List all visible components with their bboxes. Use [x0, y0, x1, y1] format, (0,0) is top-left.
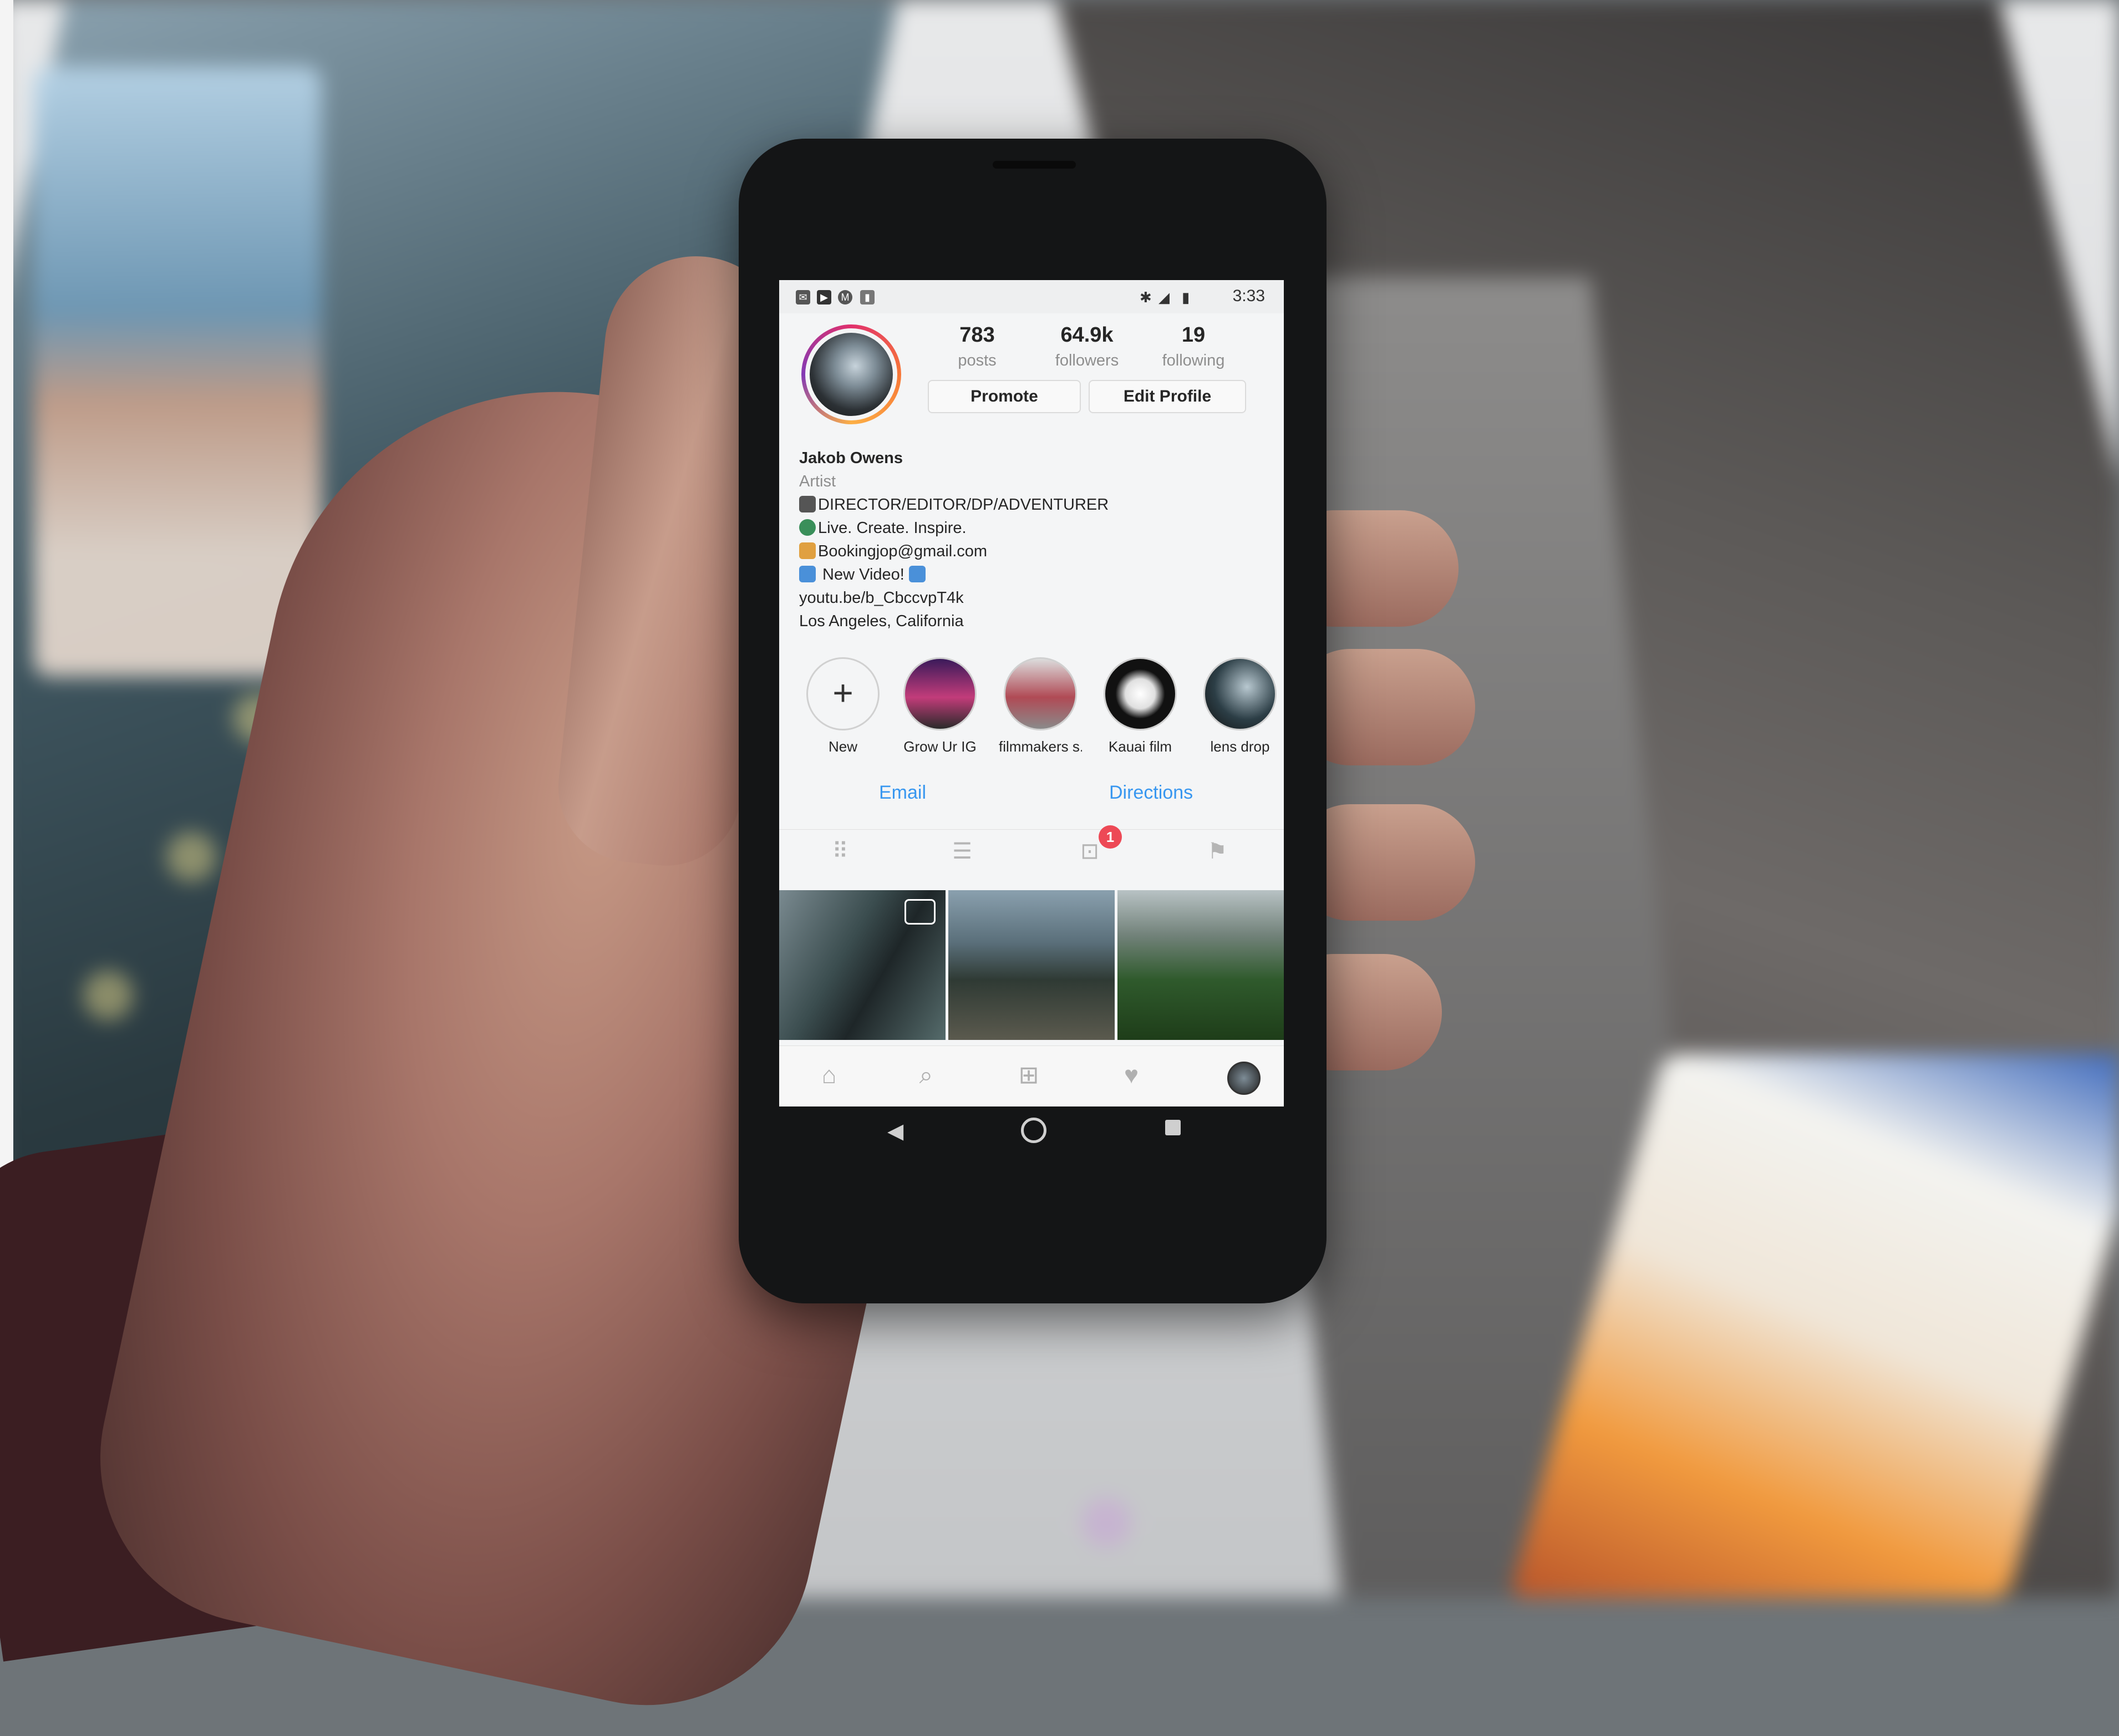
- highlight-lens-drop[interactable]: lens drop: [1198, 657, 1282, 755]
- app-notification-icon: M: [838, 290, 852, 304]
- android-navigation-bar: ◀: [779, 1106, 1284, 1162]
- message-notification-icon: ✉: [796, 290, 810, 304]
- highlight-new[interactable]: + New: [801, 657, 885, 755]
- globe-emoji-icon: [799, 519, 816, 536]
- following-stat[interactable]: 19 following: [1141, 323, 1246, 370]
- movie-camera-emoji-icon: [799, 496, 816, 512]
- post-thumbnail[interactable]: [948, 890, 1115, 1040]
- battery-icon: ▮: [1182, 289, 1190, 306]
- highlight-kauai-film[interactable]: Kauai film: [1099, 657, 1182, 755]
- bio-line: DIRECTOR/EDITOR/DP/ADVENTURER: [799, 493, 1271, 516]
- bluetooth-icon: ✱: [1140, 289, 1152, 306]
- profile-tabs: ⠿ ☰ ⊡ 1 ⚑: [779, 825, 1284, 874]
- signal-icon: ◢: [1158, 289, 1170, 306]
- down-arrow-emoji-icon: [799, 566, 816, 582]
- down-arrow-emoji-icon: [908, 566, 926, 582]
- grid-icon[interactable]: ⠿: [824, 837, 857, 865]
- plus-icon: +: [832, 673, 853, 713]
- bio-line: Bookingjop@gmail.com: [799, 540, 1271, 563]
- tagged-badge: 1: [1099, 825, 1122, 849]
- recents-icon[interactable]: [1165, 1120, 1181, 1135]
- bio-location: Los Angeles, California: [799, 612, 964, 630]
- instagram-profile-screen: ✉ ▶ M ▮ ✱ ◢ ▮ 3:33 783 posts 64.9k follo…: [779, 280, 1284, 1106]
- bio-line: New Video!: [799, 563, 1271, 586]
- promote-button[interactable]: Promote: [928, 380, 1081, 413]
- saved-icon[interactable]: ⚑: [1201, 837, 1234, 865]
- back-icon[interactable]: ◀: [887, 1119, 903, 1144]
- bio-link[interactable]: youtu.be/b_CbccvpT4k: [799, 586, 1271, 610]
- directions-link[interactable]: Directions: [1109, 782, 1193, 804]
- inbox-emoji-icon: [799, 542, 816, 559]
- phone-speaker: [993, 161, 1076, 169]
- posts-label: posts: [958, 352, 997, 369]
- following-label: following: [1162, 352, 1225, 369]
- profile-avatar[interactable]: [801, 324, 901, 424]
- status-time: 3:33: [1232, 287, 1265, 305]
- edit-profile-button[interactable]: Edit Profile: [1089, 380, 1246, 413]
- status-bar: ✉ ▶ M ▮ ✱ ◢ ▮ 3:33: [779, 280, 1284, 313]
- bottom-navigation: ⌂ ⌕ ⊞ ♥: [779, 1045, 1284, 1106]
- profile-icon[interactable]: [1227, 1062, 1261, 1095]
- profile-name: Jakob Owens: [799, 449, 903, 467]
- profile-bio: Jakob Owens Artist DIRECTOR/EDITOR/DP/AD…: [799, 446, 1271, 633]
- followers-stat[interactable]: 64.9k followers: [1034, 323, 1140, 370]
- profile-category: Artist: [799, 473, 836, 490]
- post-thumbnail[interactable]: [779, 890, 946, 1040]
- following-count: 19: [1181, 323, 1206, 347]
- highlight-filmmakers[interactable]: filmmakers s...: [999, 657, 1082, 755]
- bio-line: Live. Create. Inspire.: [799, 516, 1271, 540]
- heart-icon[interactable]: ♥: [1115, 1062, 1148, 1089]
- home-icon[interactable]: ⌂: [812, 1062, 846, 1089]
- battery-notification-icon: ▮: [860, 290, 875, 304]
- list-icon[interactable]: ☰: [946, 837, 979, 865]
- highlight-grow-ur-ig[interactable]: Grow Ur IG: [898, 657, 982, 755]
- posts-count: 783: [959, 323, 995, 347]
- post-thumbnail[interactable]: [1117, 890, 1284, 1040]
- email-link[interactable]: Email: [879, 782, 926, 804]
- search-icon[interactable]: ⌕: [909, 1062, 943, 1089]
- followers-label: followers: [1055, 352, 1119, 369]
- posts-stat[interactable]: 783 posts: [924, 323, 1030, 370]
- youtube-notification-icon: ▶: [817, 290, 831, 304]
- home-button-icon[interactable]: [1021, 1118, 1046, 1143]
- followers-count: 64.9k: [1060, 323, 1114, 347]
- add-post-icon[interactable]: ⊞: [1012, 1062, 1045, 1089]
- video-camera-icon: [904, 899, 936, 925]
